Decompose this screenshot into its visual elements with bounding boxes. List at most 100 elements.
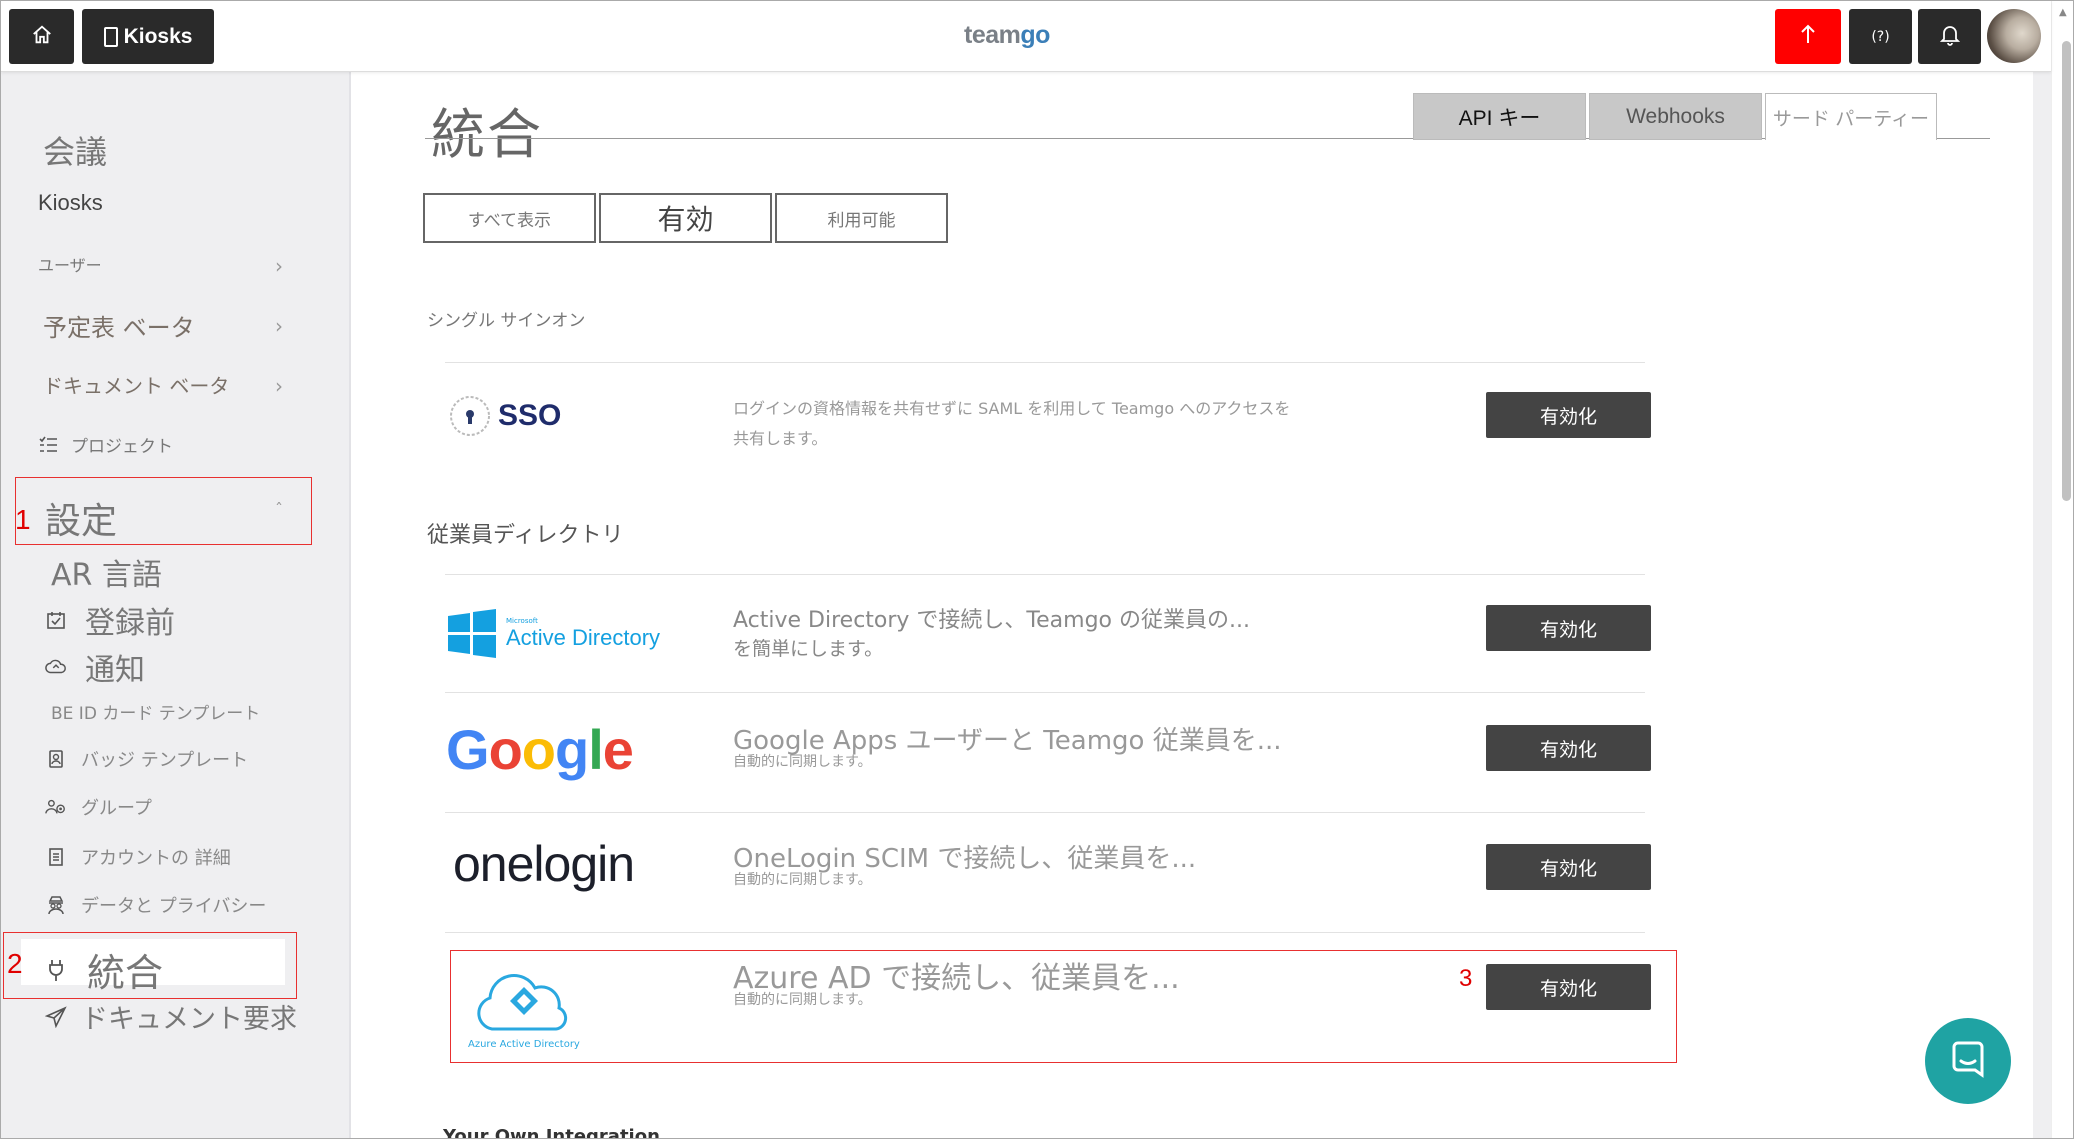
description-line-1: Active Directory で接続し、Teamgo の従業員の...	[733, 608, 1250, 633]
sso-logo-text: SSO	[498, 399, 562, 432]
top-bar: Kiosks teamgo (?)	[1, 1, 2051, 72]
sidebar-item-projects[interactable]: プロジェクト	[37, 432, 173, 457]
divider	[445, 574, 1645, 575]
notifications-button[interactable]	[1918, 9, 1981, 64]
sidebar-item-ar-language[interactable]: AR 言語	[51, 550, 162, 594]
sidebar-item-label: 予定表 ベータ	[43, 314, 195, 342]
tab-third-party[interactable]: サード パーティー	[1765, 93, 1937, 140]
enable-google-button[interactable]: 有効化	[1486, 725, 1651, 771]
sidebar-item-documents-beta[interactable]: ドキュメント ベータ	[43, 370, 229, 399]
send-icon	[45, 1005, 67, 1028]
sidebar-item-label: ユーザー	[38, 256, 102, 275]
integration-tabs: API キー Webhooks サード パーティー	[1413, 93, 1940, 140]
avatar[interactable]	[1987, 9, 2041, 63]
microsoft-text: Microsoft	[506, 617, 538, 625]
sidebar-item-badge-template[interactable]: バッジ テンプレート	[45, 746, 248, 772]
sidebar-item-label: ドキュメント ベータ	[43, 374, 230, 398]
upload-button[interactable]	[1775, 9, 1841, 64]
sidebar-item-label: バッジ テンプレート	[81, 750, 249, 771]
annotation-label-1: 1	[15, 504, 31, 535]
section-title-directory: 従業員ディレクトリ	[427, 523, 624, 548]
bell-icon	[1939, 24, 1960, 50]
checklist-icon	[37, 434, 59, 456]
chat-icon	[1948, 1039, 1988, 1083]
divider	[445, 812, 1645, 813]
sidebar-item-kiosks[interactable]: Kiosks	[38, 190, 103, 216]
group-settings-icon	[45, 796, 67, 818]
sidebar-item-label: AR 言語	[51, 558, 162, 593]
arrow-up-icon	[1799, 23, 1817, 51]
chevron-right-icon: ›	[275, 254, 283, 278]
sidebar-item-label: ドキュメント要求	[81, 1004, 297, 1035]
help-button[interactable]: (?)	[1849, 9, 1912, 64]
sidebar-item-label: グループ	[81, 798, 152, 819]
enable-onelogin-button[interactable]: 有効化	[1486, 844, 1651, 890]
description-line-1: Google Apps ユーザーと Teamgo 従業員を...	[733, 726, 1282, 756]
sso-logo: SSO	[448, 394, 561, 438]
user-secret-icon	[45, 894, 67, 916]
description-line-2: 自動的に同期します。	[733, 872, 872, 888]
tab-webhooks[interactable]: Webhooks	[1589, 93, 1762, 140]
google-logo: Google	[446, 718, 634, 781]
tab-api-keys[interactable]: API キー	[1413, 93, 1586, 140]
sidebar-item-data-privacy[interactable]: データと プライバシー	[45, 892, 266, 918]
lock-icon	[450, 396, 490, 436]
document-icon	[45, 846, 67, 868]
sidebar-item-account-details[interactable]: アカウントの 詳細	[45, 844, 231, 870]
kiosks-label: Kiosks	[123, 24, 193, 48]
filter-show-all[interactable]: すべて表示	[423, 193, 596, 243]
help-icon: (?)	[1871, 28, 1890, 45]
description-line-2: 共有します。	[733, 429, 828, 448]
divider	[445, 932, 1645, 933]
tablet-icon	[103, 26, 118, 47]
description-line-1: OneLogin SCIM で接続し、従業員を...	[733, 844, 1197, 874]
google-description: Google Apps ユーザーと Teamgo 従業員を... 自動的に同期し…	[733, 728, 1282, 770]
sidebar-item-meetings[interactable]: 会議	[43, 127, 107, 173]
sidebar-item-label: データと プライバシー	[81, 896, 267, 917]
kiosks-button[interactable]: Kiosks	[82, 9, 214, 64]
cloud-icon	[45, 656, 67, 678]
sidebar-item-id-card-template[interactable]: BE ID カード テンプレート	[51, 699, 260, 724]
scrollbar-thumb[interactable]	[2062, 41, 2071, 501]
active-directory-text: Active Directory	[506, 625, 661, 650]
active-directory-description: Active Directory で接続し、Teamgo の従業員の... を簡…	[733, 607, 1250, 663]
chat-button[interactable]	[1925, 1018, 2011, 1104]
annotation-box-3	[450, 950, 1677, 1063]
scroll-up-icon[interactable]: ▲	[2059, 7, 2067, 18]
filter-available[interactable]: 利用可能	[775, 193, 948, 243]
sidebar-item-pre-registration[interactable]: 登録前	[45, 598, 175, 642]
enable-sso-button[interactable]: 有効化	[1486, 392, 1651, 438]
section-title-own-integration: Your Own Integration	[443, 1126, 660, 1139]
sidebar-item-document-requests[interactable]: ドキュメント要求	[45, 997, 297, 1036]
annotation-box-1	[15, 477, 312, 545]
home-button[interactable]	[9, 9, 74, 64]
sidebar-item-label: Kiosks	[38, 190, 103, 215]
onelogin-logo: onelogin	[453, 836, 635, 892]
description-line-1: ログインの資格情報を共有せずに SAML を利用して Teamgo へのアクセス…	[733, 399, 1291, 418]
sidebar-item-label: 通知	[85, 653, 145, 688]
chevron-right-icon: ›	[275, 314, 283, 338]
right-gutter	[2033, 72, 2051, 1138]
enable-active-directory-button[interactable]: 有効化	[1486, 605, 1651, 651]
teamgo-logo: teamgo	[964, 21, 1050, 49]
sidebar-item-label: アカウントの 詳細	[81, 848, 231, 869]
filter-enabled[interactable]: 有効	[599, 193, 772, 243]
calendar-check-icon	[45, 609, 67, 631]
app-window: Kiosks teamgo (?) 会議 Kiosks ユーザー › 予定表 ベ…	[0, 0, 2074, 1139]
onelogin-description: OneLogin SCIM で接続し、従業員を... 自動的に同期します。	[733, 846, 1196, 888]
description-line-2: 自動的に同期します。	[733, 754, 872, 770]
sidebar-item-groups[interactable]: グループ	[45, 794, 152, 820]
windows-icon	[448, 609, 496, 658]
section-title-sso: シングル サインオン	[427, 311, 586, 331]
annotation-box-2	[3, 932, 297, 999]
main-content: 統合 API キー Webhooks サード パーティー すべて表示 有効 利用…	[353, 72, 2033, 1139]
sidebar-item-users[interactable]: ユーザー	[38, 252, 102, 276]
home-icon	[31, 24, 53, 50]
sidebar: 会議 Kiosks ユーザー › 予定表 ベータ › ドキュメント ベータ › …	[1, 72, 351, 1138]
sso-description: ログインの資格情報を共有せずに SAML を利用して Teamgo へのアクセス…	[733, 394, 1290, 454]
sidebar-item-schedule-beta[interactable]: 予定表 ベータ	[43, 308, 195, 343]
sidebar-item-notifications[interactable]: 通知	[45, 645, 145, 689]
annotation-label-2: 2	[7, 948, 23, 979]
chevron-right-icon: ›	[275, 374, 283, 398]
divider	[445, 692, 1645, 693]
